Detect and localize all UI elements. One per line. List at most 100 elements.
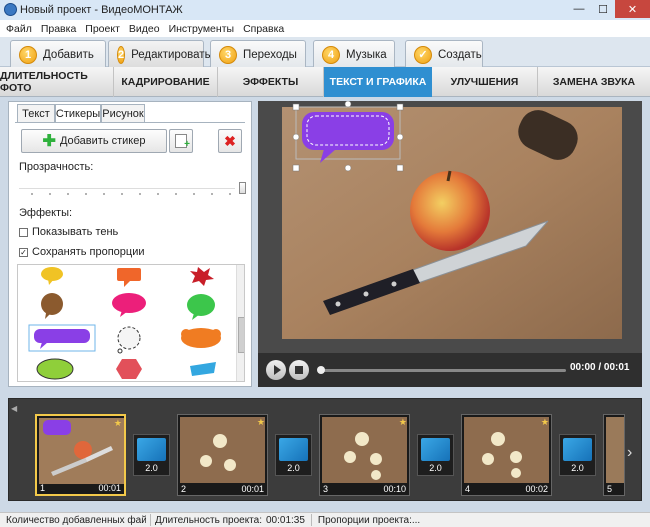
clip-duration: 00:01	[98, 482, 121, 493]
show-shadow-checkbox[interactable]	[19, 228, 28, 237]
maximize-button[interactable]: ☐	[591, 0, 615, 18]
play-button[interactable]	[266, 360, 286, 380]
minimize-button[interactable]: —	[567, 0, 591, 18]
seek-thumb[interactable]	[317, 366, 325, 374]
tab-text[interactable]: Текст	[17, 104, 55, 122]
effects-label: Эффекты:	[19, 207, 73, 219]
menu-bar: Файл Правка Проект Видео Инструменты Спр…	[0, 20, 650, 37]
sticker-lime-bubble[interactable]	[36, 358, 74, 380]
step-label: Добавить	[43, 48, 94, 61]
tab-divider	[15, 122, 245, 123]
keep-proportions-checkbox[interactable]: ✓	[19, 248, 28, 257]
menu-help[interactable]: Справка	[243, 23, 284, 35]
sticker-gallery	[17, 264, 245, 382]
plus-icon: ✚	[42, 133, 56, 150]
sticker-orange-cloud[interactable]	[181, 328, 221, 348]
scroll-left-icon[interactable]: ◀	[11, 404, 17, 413]
close-button[interactable]: ✕	[615, 0, 650, 18]
menu-project[interactable]: Проект	[85, 23, 120, 35]
star-icon: ★	[113, 418, 122, 428]
sticker-yellow-splash[interactable]	[41, 267, 63, 285]
tab-enhance[interactable]: УЛУЧШЕНИЯ	[432, 67, 538, 97]
status-proportions: Пропорции проекта:...	[317, 514, 421, 526]
title-bar: Новый проект - ВидеоМОНТАЖ — ☐ ✕	[0, 0, 650, 20]
opacity-label: Прозрачность:	[19, 161, 94, 173]
star-icon: ★	[256, 417, 265, 427]
clip-thumbnail	[180, 417, 265, 483]
sticker-red-blast[interactable]	[190, 267, 214, 286]
sticker-brown-blob[interactable]	[41, 293, 63, 319]
menu-tools[interactable]: Инструменты	[169, 23, 234, 35]
clip-1[interactable]: ★ 1 00:01	[35, 414, 126, 496]
clip-footer: 2 00:01	[178, 482, 267, 495]
transition-3[interactable]: 2.0	[417, 434, 454, 476]
video-preview[interactable]	[258, 100, 642, 353]
delete-icon: ✖	[224, 132, 236, 149]
step-label: Музыка	[346, 48, 387, 61]
sticker-purple-bubble[interactable]	[34, 329, 90, 349]
clip-2[interactable]: ★ 2 00:01	[177, 414, 268, 496]
star-icon: ★	[398, 417, 407, 427]
clip-5[interactable]: 5	[603, 414, 625, 496]
tab-photo-duration[interactable]: ДЛИТЕЛЬНОСТЬ ФОТО	[0, 67, 114, 97]
opacity-slider[interactable]	[19, 182, 246, 195]
step-bar: 1 Добавить 2 Редактировать 3 Переходы 4 …	[0, 37, 650, 68]
transition-2[interactable]: 2.0	[275, 434, 312, 476]
tab-text-graphics[interactable]: ТЕКСТ И ГРАФИКА	[324, 67, 432, 97]
clip-thumbnail	[606, 417, 624, 483]
tab-effects[interactable]: ЭФФЕКТЫ	[218, 67, 324, 97]
scroll-right-icon[interactable]: ›	[627, 444, 632, 462]
gallery-scroll-thumb[interactable]	[238, 317, 244, 353]
edit-subtabs: ДЛИТЕЛЬНОСТЬ ФОТО КАДРИРОВАНИЕ ЭФФЕКТЫ Т…	[0, 67, 650, 97]
sticker-red-hexagon[interactable]	[116, 359, 142, 379]
stop-button[interactable]	[289, 360, 309, 380]
transition-icon	[137, 438, 166, 461]
step-label: Переходы	[243, 48, 297, 61]
clip-number: 4	[465, 483, 471, 494]
gallery-scrollbar[interactable]	[236, 265, 244, 381]
transition-icon	[279, 438, 308, 461]
menu-video[interactable]: Видео	[129, 23, 160, 35]
sticker-pink-bubble[interactable]	[112, 293, 146, 317]
player-controls: 00:00 / 00:01	[258, 353, 642, 387]
seek-bar[interactable]	[317, 366, 566, 374]
step-transitions[interactable]: 3 Переходы	[210, 40, 306, 68]
preview-canvas	[282, 100, 622, 339]
status-duration: 00:01:35	[265, 514, 305, 526]
menu-file[interactable]: Файл	[6, 23, 32, 35]
sticker-orange-bubble[interactable]	[117, 268, 141, 287]
sticker-green-bubble[interactable]	[187, 294, 215, 320]
transition-1[interactable]: 2.0	[133, 434, 170, 476]
clip-number: 3	[323, 483, 329, 494]
step-add[interactable]: 1 Добавить	[10, 40, 106, 68]
delete-sticker-button[interactable]: ✖	[218, 129, 242, 153]
apple	[410, 171, 490, 251]
clip-footer: 5	[604, 482, 624, 495]
clip-duration: 00:10	[383, 483, 406, 494]
step-music[interactable]: 4 Музыка	[313, 40, 395, 68]
timeline: ★ 1 00:01 2.0 ★ 2 00:01 2.0 ★ 3 00:10 2.0 ★…	[8, 398, 642, 501]
clip-footer: 4 00:02	[462, 482, 551, 495]
tab-drawing[interactable]: Рисунок	[101, 104, 145, 122]
opacity-slider-thumb[interactable]	[239, 182, 246, 194]
add-from-file-button[interactable]: +	[169, 129, 193, 153]
clip-4[interactable]: ★ 4 00:02	[461, 414, 552, 496]
play-icon	[273, 365, 281, 375]
time-display: 00:00 / 00:01	[570, 362, 630, 373]
transition-4[interactable]: 2.0	[559, 434, 596, 476]
add-sticker-button[interactable]: ✚ Добавить стикер	[21, 129, 167, 153]
add-sticker-label: Добавить стикер	[59, 135, 146, 147]
tab-replace-audio[interactable]: ЗАМЕНА ЗВУКА	[538, 67, 650, 97]
clip-footer: 1 00:01	[37, 481, 124, 494]
apple-stem	[446, 170, 452, 182]
clip-3[interactable]: ★ 3 00:10	[319, 414, 410, 496]
tab-stickers[interactable]: Стикеры	[55, 104, 101, 123]
tab-crop[interactable]: КАДРИРОВАНИЕ	[114, 67, 218, 97]
menu-edit[interactable]: Правка	[41, 23, 76, 35]
sticker-blue-brush[interactable]	[190, 362, 216, 376]
show-shadow-label: Показывать тень	[32, 226, 119, 238]
sticker-white-cloud[interactable]	[117, 326, 141, 354]
clip-duration: 00:01	[241, 483, 264, 494]
step-create[interactable]: ✓ Создать	[405, 40, 483, 68]
step-edit[interactable]: 2 Редактировать	[108, 40, 211, 68]
